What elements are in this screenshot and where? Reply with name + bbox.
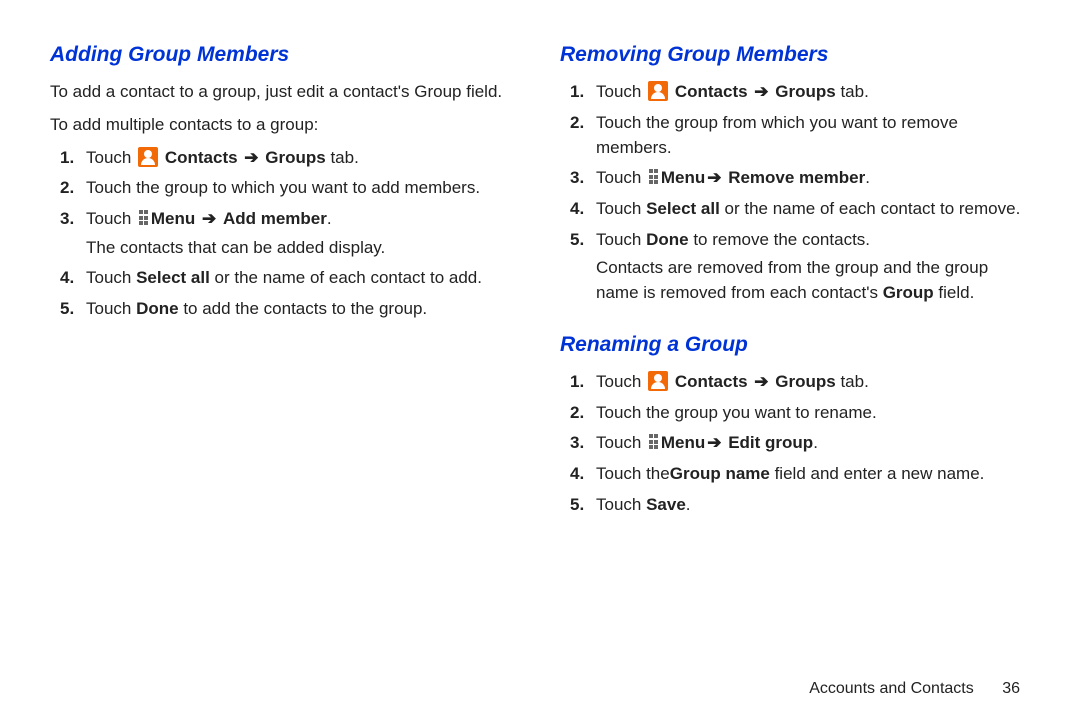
- step-number: 4.: [570, 197, 596, 222]
- intro-text: To add multiple contacts to a group:: [50, 113, 520, 138]
- step-number: 2.: [60, 176, 86, 201]
- heading-removing-members: Removing Group Members: [560, 40, 1030, 70]
- step-number: 1.: [570, 370, 596, 395]
- step-number: 5.: [60, 297, 86, 322]
- step-number: 3.: [570, 431, 596, 456]
- step-text: Touch the group to which you want to add…: [86, 176, 520, 201]
- contact-icon: [648, 81, 668, 101]
- step-number: 5.: [570, 493, 596, 518]
- section-adding-members: Adding Group Members To add a contact to…: [50, 40, 520, 322]
- list-item: 3. Touch Menu ➔ Add member. The contacts…: [60, 207, 520, 260]
- step-text: Touch Menu➔ Edit group.: [596, 431, 1030, 456]
- list-item: 5. Touch Done to add the contacts to the…: [60, 297, 520, 322]
- menu-icon: [649, 169, 653, 184]
- step-number: 1.: [60, 146, 86, 171]
- list-item: 4. Touch Select all or the name of each …: [60, 266, 520, 291]
- step-text: Touch the group you want to rename.: [596, 401, 1030, 426]
- list-item: 2. Touch the group you want to rename.: [570, 401, 1030, 426]
- step-number: 4.: [60, 266, 86, 291]
- heading-adding-members: Adding Group Members: [50, 40, 520, 70]
- step-number: 2.: [570, 111, 596, 160]
- list-item: 4. Touch Select all or the name of each …: [570, 197, 1030, 222]
- page-number: 36: [1002, 680, 1020, 697]
- step-text: Touch Menu ➔ Add member. The contacts th…: [86, 207, 520, 260]
- steps-list: 1. Touch Contacts ➔ Groups tab. 2. Touch…: [560, 370, 1030, 517]
- arrow-icon: ➔: [705, 168, 723, 187]
- step-text: Touch the group from which you want to r…: [596, 111, 1030, 160]
- list-item: 3. Touch Menu➔ Remove member.: [570, 166, 1030, 191]
- list-item: 1. Touch Contacts ➔ Groups tab.: [570, 370, 1030, 395]
- list-item: 5. Touch Save.: [570, 493, 1030, 518]
- step-text: Touch theGroup name field and enter a ne…: [596, 462, 1030, 487]
- list-item: 1. Touch Contacts ➔ Groups tab.: [60, 146, 520, 171]
- step-text: Touch Done to remove the contacts. Conta…: [596, 228, 1030, 306]
- contact-icon: [138, 147, 158, 167]
- menu-icon: [139, 210, 143, 225]
- step-number: 2.: [570, 401, 596, 426]
- right-column: Removing Group Members 1. Touch Contacts…: [560, 40, 1030, 541]
- heading-renaming-group: Renaming a Group: [560, 330, 1030, 360]
- step-text: Touch Save.: [596, 493, 1030, 518]
- list-item: 2. Touch the group to which you want to …: [60, 176, 520, 201]
- step-text: Touch Select all or the name of each con…: [596, 197, 1030, 222]
- arrow-icon: ➔: [242, 148, 260, 167]
- left-column: Adding Group Members To add a contact to…: [50, 40, 520, 541]
- step-text: Touch Contacts ➔ Groups tab.: [596, 370, 1030, 395]
- arrow-icon: ➔: [705, 433, 723, 452]
- step-text: Touch Menu➔ Remove member.: [596, 166, 1030, 191]
- step-number: 1.: [570, 80, 596, 105]
- intro-text: To add a contact to a group, just edit a…: [50, 80, 520, 105]
- step-number: 5.: [570, 228, 596, 306]
- step-text: Touch Contacts ➔ Groups tab.: [596, 80, 1030, 105]
- step-number: 3.: [60, 207, 86, 260]
- steps-list: 1. Touch Contacts ➔ Groups tab. 2. Touch…: [560, 80, 1030, 305]
- step-text: Touch Done to add the contacts to the gr…: [86, 297, 520, 322]
- arrow-icon: ➔: [200, 209, 218, 228]
- menu-icon: [649, 434, 653, 449]
- chapter-name: Accounts and Contacts: [809, 680, 974, 697]
- list-item: 3. Touch Menu➔ Edit group.: [570, 431, 1030, 456]
- list-item: 1. Touch Contacts ➔ Groups tab.: [570, 80, 1030, 105]
- arrow-icon: ➔: [752, 82, 770, 101]
- step-text: Touch Contacts ➔ Groups tab.: [86, 146, 520, 171]
- section-removing-members: Removing Group Members 1. Touch Contacts…: [560, 40, 1030, 306]
- list-item: 4. Touch theGroup name field and enter a…: [570, 462, 1030, 487]
- step-text: Touch Select all or the name of each con…: [86, 266, 520, 291]
- arrow-icon: ➔: [752, 372, 770, 391]
- step-number: 3.: [570, 166, 596, 191]
- step-number: 4.: [570, 462, 596, 487]
- list-item: 5. Touch Done to remove the contacts. Co…: [570, 228, 1030, 306]
- list-item: 2. Touch the group from which you want t…: [570, 111, 1030, 160]
- page-footer: Accounts and Contacts 36: [809, 680, 1020, 698]
- section-renaming-group: Renaming a Group 1. Touch Contacts ➔ Gro…: [560, 330, 1030, 518]
- steps-list: 1. Touch Contacts ➔ Groups tab. 2. Touch…: [50, 146, 520, 322]
- contact-icon: [648, 371, 668, 391]
